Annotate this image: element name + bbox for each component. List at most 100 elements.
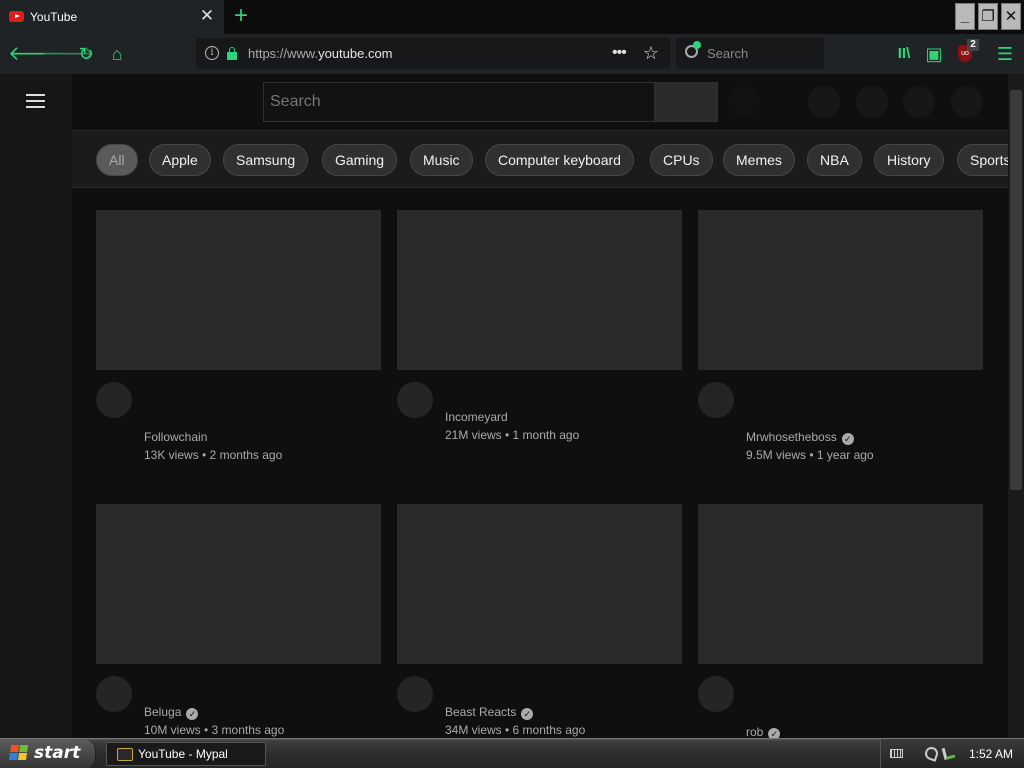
page-scrollbar[interactable] bbox=[1008, 74, 1024, 738]
voice-search-icon[interactable] bbox=[728, 86, 760, 118]
video-meta: Beast Reacts ✓ 34M views • 6 months ago bbox=[445, 703, 675, 738]
video-meta: Incomeyard 21M views • 1 month ago bbox=[445, 408, 675, 444]
url-text[interactable]: https://www.youtube.com bbox=[248, 46, 393, 61]
taskbar-button-youtube[interactable]: YouTube - Mypal bbox=[106, 742, 266, 766]
video-meta: Beluga ✓ 10M views • 3 months ago bbox=[144, 703, 374, 738]
taskbar: start YouTube - Mypal 1:52 AM bbox=[0, 738, 1024, 768]
navigation-toolbar: 🡐 🡒 ↻ ⌂ i https://www.youtube.com ••• ☆ … bbox=[0, 34, 1024, 74]
video-stats: 9.5M views • 1 year ago bbox=[746, 448, 874, 462]
scrollbar-thumb[interactable] bbox=[1010, 90, 1022, 490]
system-tray: 1:52 AM bbox=[880, 739, 1024, 768]
forward-arrow-icon[interactable]: 🡒 bbox=[41, 42, 95, 66]
reload-icon[interactable]: ↻ bbox=[74, 42, 98, 66]
channel-avatar[interactable] bbox=[96, 382, 132, 418]
tab-youtube[interactable]: YouTube ✕ bbox=[0, 0, 224, 34]
video-card[interactable]: Beast Reacts ✓ 34M views • 6 months ago bbox=[397, 504, 682, 738]
chip-sports[interactable]: Sports bbox=[957, 144, 1008, 176]
channel-avatar[interactable] bbox=[698, 382, 734, 418]
close-window-button[interactable]: ✕ bbox=[1001, 3, 1021, 30]
lock-icon[interactable] bbox=[227, 47, 237, 60]
keyboard-icon[interactable] bbox=[890, 749, 903, 758]
video-stats: 34M views • 6 months ago bbox=[445, 723, 586, 737]
video-thumbnail[interactable] bbox=[698, 210, 983, 370]
chip-computer-keyboard[interactable]: Computer keyboard bbox=[485, 144, 634, 176]
chip-memes[interactable]: Memes bbox=[723, 144, 795, 176]
hamburger-menu-icon[interactable]: ☰ bbox=[993, 42, 1017, 66]
new-tab-button[interactable]: + bbox=[230, 3, 252, 29]
bookmark-star-icon[interactable]: ☆ bbox=[640, 41, 662, 65]
notifications-icon[interactable] bbox=[903, 86, 935, 118]
back-arrow-icon[interactable]: 🡐 bbox=[8, 42, 62, 66]
channel-name[interactable]: Incomeyard bbox=[445, 408, 675, 426]
avatar[interactable] bbox=[951, 86, 983, 118]
chip-all[interactable]: All bbox=[96, 144, 138, 176]
channel-name[interactable]: Beluga ✓ bbox=[144, 703, 374, 721]
chip-history[interactable]: History bbox=[874, 144, 944, 176]
search-input[interactable] bbox=[263, 82, 655, 122]
chip-samsung[interactable]: Samsung bbox=[223, 144, 309, 176]
url-bar[interactable]: i https://www.youtube.com ••• ☆ bbox=[196, 38, 670, 69]
chip-apple[interactable]: Apple bbox=[149, 144, 211, 176]
sidebar-icon[interactable]: ▣ bbox=[922, 42, 946, 66]
video-thumbnail[interactable] bbox=[96, 210, 381, 370]
video-stats: 13K views • 2 months ago bbox=[144, 448, 283, 462]
video-thumbnail[interactable] bbox=[397, 504, 682, 664]
channel-avatar[interactable] bbox=[397, 382, 433, 418]
info-icon[interactable]: i bbox=[205, 46, 219, 60]
verified-badge-icon: ✓ bbox=[186, 708, 199, 720]
search-button[interactable] bbox=[654, 82, 718, 122]
channel-name[interactable]: Beast Reacts ✓ bbox=[445, 703, 675, 721]
browser-search-bar[interactable]: Search bbox=[676, 38, 824, 69]
youtube-favicon-icon bbox=[9, 11, 24, 22]
tab-close-icon[interactable]: ✕ bbox=[198, 6, 216, 26]
start-label: start bbox=[34, 743, 81, 763]
video-meta: Mrwhosetheboss ✓ 9.5M views • 1 year ago bbox=[746, 428, 976, 464]
video-meta: rob ✓ bbox=[746, 723, 976, 738]
channel-avatar[interactable] bbox=[96, 676, 132, 712]
clock[interactable]: 1:52 AM bbox=[969, 747, 1013, 761]
start-button[interactable]: start bbox=[0, 739, 96, 768]
guide-sidebar bbox=[0, 74, 72, 738]
safely-remove-icon[interactable] bbox=[941, 745, 956, 761]
chip-music[interactable]: Music bbox=[410, 144, 473, 176]
guide-menu-icon[interactable] bbox=[26, 94, 46, 110]
chip-cpus[interactable]: CPUs bbox=[650, 144, 713, 176]
masthead bbox=[72, 74, 1008, 130]
page-actions-icon[interactable]: ••• bbox=[612, 42, 634, 64]
channel-avatar[interactable] bbox=[698, 676, 734, 712]
verified-badge-icon: ✓ bbox=[768, 728, 781, 738]
video-stats: 10M views • 3 months ago bbox=[144, 723, 285, 737]
search-engine-icon[interactable] bbox=[685, 41, 701, 58]
apps-icon[interactable] bbox=[856, 86, 888, 118]
video-thumbnail[interactable] bbox=[96, 504, 381, 664]
library-icon[interactable]: II\ bbox=[892, 42, 916, 66]
video-card[interactable]: Beluga ✓ 10M views • 3 months ago bbox=[96, 504, 381, 738]
create-icon[interactable] bbox=[808, 86, 840, 118]
video-thumbnail[interactable] bbox=[397, 210, 682, 370]
home-icon[interactable]: ⌂ bbox=[105, 42, 129, 66]
ublock-badge: 2 bbox=[967, 39, 979, 51]
video-card[interactable]: Incomeyard 21M views • 1 month ago bbox=[397, 210, 682, 500]
channel-name[interactable]: rob ✓ bbox=[746, 723, 976, 738]
tab-strip: YouTube ✕ + _ ❐ ✕ bbox=[0, 0, 1024, 34]
restore-button[interactable]: ❐ bbox=[978, 3, 998, 30]
chip-nba[interactable]: NBA bbox=[807, 144, 862, 176]
network-icon[interactable] bbox=[923, 745, 940, 762]
video-card[interactable]: Followchain 13K views • 2 months ago bbox=[96, 210, 381, 500]
channel-name[interactable]: Followchain bbox=[144, 428, 374, 446]
windows-flag-icon bbox=[9, 745, 29, 761]
tab-title: YouTube bbox=[30, 10, 78, 24]
chip-gaming[interactable]: Gaming bbox=[322, 144, 398, 176]
video-meta: Followchain 13K views • 2 months ago bbox=[144, 428, 374, 464]
url-domain: youtube.com bbox=[318, 46, 393, 61]
channel-avatar[interactable] bbox=[397, 676, 433, 712]
mypal-app-icon bbox=[117, 748, 133, 761]
minimize-button[interactable]: _ bbox=[955, 3, 975, 30]
video-thumbnail[interactable] bbox=[698, 504, 983, 664]
video-card[interactable]: rob ✓ bbox=[698, 504, 983, 738]
video-card[interactable]: Mrwhosetheboss ✓ 9.5M views • 1 year ago bbox=[698, 210, 983, 500]
taskbar-button-label: YouTube - Mypal bbox=[138, 747, 228, 761]
browser-search-placeholder: Search bbox=[707, 46, 749, 61]
channel-name[interactable]: Mrwhosetheboss ✓ bbox=[746, 428, 976, 446]
youtube-page: All Apple Samsung Gaming Music Computer … bbox=[0, 74, 1024, 738]
